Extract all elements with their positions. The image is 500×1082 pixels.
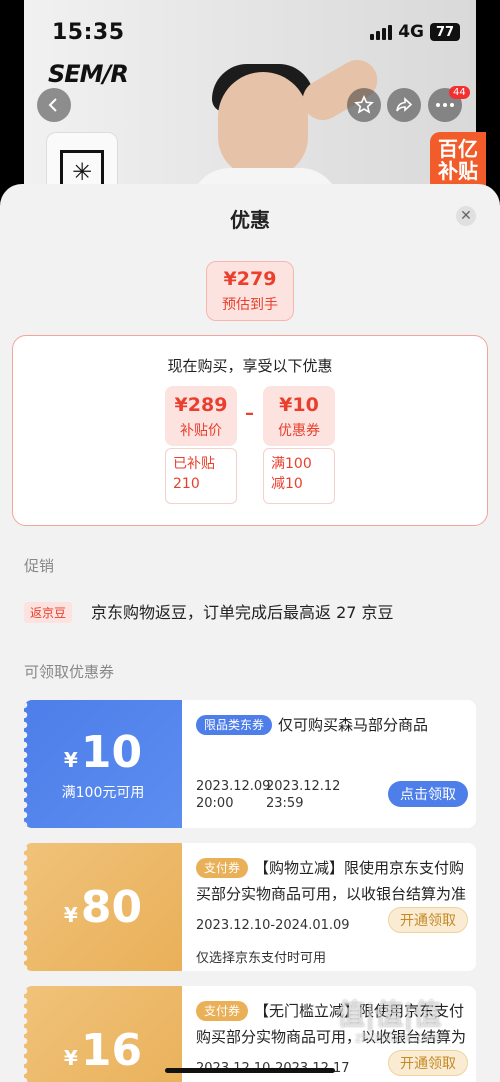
discount-sheet: 优惠 ✕ ¥279 预估到手 现在购买，享受以下优惠 ¥289 补贴价 – ¥1… xyxy=(0,184,500,1082)
coupon-end-date: 2023.12.12 23:59 xyxy=(266,779,341,811)
breakdown-title: 现在购买，享受以下优惠 xyxy=(167,357,333,375)
activate-claim-button[interactable]: 开通领取 xyxy=(388,907,468,933)
model-face xyxy=(218,72,308,177)
subsidy-price-box: ¥289 补贴价 xyxy=(165,386,237,446)
coupon-value-panel: ¥ 16 xyxy=(24,986,182,1082)
brand-logo: SEM/R xyxy=(48,60,129,88)
minus-operator: – xyxy=(245,403,254,424)
share-icon xyxy=(396,97,413,112)
coupon-discount-label: 优惠券 xyxy=(278,423,320,439)
coupon-amount: 16 xyxy=(80,1024,143,1076)
more-icon xyxy=(436,103,454,107)
subsidy-badge[interactable]: 百亿补贴 xyxy=(430,132,486,192)
coupon-amount: 80 xyxy=(80,881,143,933)
coupon-type-tag: 限品类东券 xyxy=(196,715,273,735)
watermark-logo-text: 值|值|值 xyxy=(337,998,442,1031)
status-time: 15:35 xyxy=(52,20,125,45)
coupon-type-tag: 支付券 xyxy=(196,1001,249,1021)
promotion-section-label: 促销 xyxy=(24,557,55,575)
coupon-note: 仅选择京东支付时可用 xyxy=(196,951,327,966)
coupon-value-panel: ¥ 80 xyxy=(24,843,182,971)
watermark: 值|值|值 zhizhizhi.com xyxy=(337,1000,497,1048)
coupon-card: ¥ 80 支付券 【购物立减】限使用京东支付购买部分实物商品可用，以收银台结算为准… xyxy=(24,843,476,971)
sheet-title: 优惠 xyxy=(230,208,270,232)
home-indicator[interactable] xyxy=(165,1068,335,1073)
coupon-description: 仅可购买森马部分商品 xyxy=(278,716,429,734)
chevron-left-icon xyxy=(48,98,57,112)
watermark-url: zhizhizhi.com xyxy=(355,1031,443,1046)
subsidy-price-label: 补贴价 xyxy=(180,423,222,439)
coupon-discount-value: ¥10 xyxy=(279,394,319,416)
network-type: 4G xyxy=(398,22,424,42)
close-icon: ✕ xyxy=(460,208,472,224)
final-price: ¥279 xyxy=(223,268,277,290)
close-button[interactable]: ✕ xyxy=(456,206,476,226)
promotion-tag: 返京豆 xyxy=(24,602,73,623)
coupon-currency: ¥ xyxy=(63,747,78,772)
coupons-section-label: 可领取优惠券 xyxy=(24,663,115,681)
final-price-box: ¥279 预估到手 xyxy=(206,261,294,321)
coupon-currency: ¥ xyxy=(63,1045,78,1070)
coupon-value-panel: ¥ 10 满100元可用 xyxy=(24,700,182,828)
coupon-currency: ¥ xyxy=(63,902,78,927)
message-count-badge: 44 xyxy=(449,86,470,99)
back-button[interactable] xyxy=(37,88,71,122)
coupon-type-tag: 支付券 xyxy=(196,858,249,878)
coupon-amount: 10 xyxy=(80,726,143,778)
final-price-label: 预估到手 xyxy=(222,297,278,313)
coupon-discount-box: ¥10 优惠券 xyxy=(263,386,335,446)
subsidy-price-value: ¥289 xyxy=(174,394,228,416)
claim-coupon-button[interactable]: 点击领取 xyxy=(388,781,468,807)
star-icon xyxy=(354,95,374,114)
coupon-date-range: 2023.12.10-2024.01.09 xyxy=(196,918,350,933)
price-breakdown: 现在购买，享受以下优惠 ¥289 补贴价 – ¥10 优惠券 已补贴 210 满… xyxy=(12,335,488,526)
subsidy-detail: 已补贴 210 xyxy=(165,448,237,504)
coupon-detail: 满100 减10 xyxy=(263,448,335,504)
coupon-card: ¥ 10 满100元可用 限品类东券 仅可购买森马部分商品 2023.12.09 … xyxy=(24,700,476,828)
promotion-text: 京东购物返豆，订单完成后最高返 27 京豆 xyxy=(91,603,394,622)
battery-icon: 77 xyxy=(430,23,460,41)
coupon-condition: 满100元可用 xyxy=(61,784,145,801)
activate-claim-button[interactable]: 开通领取 xyxy=(388,1050,468,1076)
favorite-button[interactable] xyxy=(347,88,381,122)
status-indicators: 4G 77 xyxy=(370,22,460,42)
coupon-start-date: 2023.12.09 20:00 xyxy=(196,779,271,811)
share-button[interactable] xyxy=(387,88,421,122)
signal-icon xyxy=(370,24,393,40)
